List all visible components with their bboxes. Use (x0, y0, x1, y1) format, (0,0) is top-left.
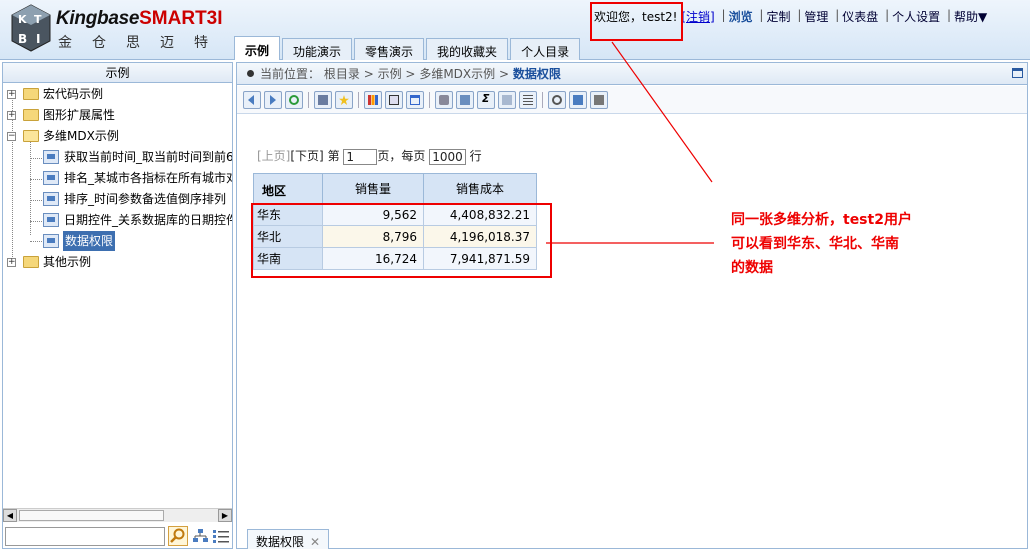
main-tabs: 示例 功能演示 零售演示 我的收藏夹 个人目录 (234, 36, 582, 60)
tree-item-report[interactable]: 日期控件_关系数据库的日期控件 (3, 210, 232, 230)
filter-icon[interactable] (519, 91, 537, 109)
folder-icon (23, 88, 39, 100)
tree-item-report[interactable]: 排名_某城市各指标在所有城市对 (3, 168, 232, 188)
report-toolbar: Σ (237, 86, 1027, 114)
collapse-icon[interactable]: − (7, 132, 16, 141)
tree-item-macro[interactable]: + 宏代码示例 (3, 84, 232, 104)
prev-page-link[interactable]: [上页] (257, 149, 290, 163)
expand-icon[interactable]: + (7, 90, 16, 99)
window-icon[interactable] (406, 91, 424, 109)
preview-icon[interactable] (385, 91, 403, 109)
scroll-right-icon[interactable]: ▶ (218, 509, 232, 522)
export-icon[interactable] (569, 91, 587, 109)
tree-search-bar (3, 524, 232, 548)
tab-personal-dir[interactable]: 个人目录 (510, 38, 581, 60)
expand-icon[interactable]: + (7, 258, 16, 267)
column-header-cost[interactable]: 销售成本 (423, 173, 537, 204)
tree-item-report[interactable]: 排序_时间参数备选值倒序排列 (3, 189, 232, 209)
sum-icon[interactable]: Σ (477, 91, 495, 109)
brand-suffix: SMART3I (139, 8, 223, 29)
tree-item-data-permission[interactable]: 数据权限 (3, 231, 232, 251)
welcome-highlight-box (590, 2, 683, 41)
back-icon[interactable] (243, 91, 261, 109)
scroll-thumb[interactable] (19, 510, 164, 521)
report-icon (43, 213, 59, 227)
zoom-icon[interactable] (548, 91, 566, 109)
tree-horizontal-scrollbar[interactable]: ◀ ▶ (3, 508, 232, 522)
report-icon (43, 234, 59, 248)
brand-name: KingbaseSMART3I (56, 8, 223, 29)
breadcrumb-prefix: 当前位置： (260, 67, 321, 81)
breadcrumb-root[interactable]: 根目录 (324, 67, 360, 81)
calc-icon[interactable] (498, 91, 516, 109)
report-icon (43, 192, 59, 206)
report-icon (43, 150, 59, 164)
drill-icon[interactable] (456, 91, 474, 109)
app-header: K T B I KingbaseSMART3I 金仓思迈特 欢迎您，test2!… (0, 0, 1030, 60)
open-report-tab-label: 数据权限 (256, 535, 305, 549)
breadcrumb-examples[interactable]: 示例 (378, 67, 402, 81)
folder-icon (23, 256, 39, 268)
annotation-text: 同一张多维分析，test2用户 可以看到华东、华北、华南 的数据 (731, 212, 912, 276)
list-view-icon[interactable] (213, 528, 229, 544)
scroll-left-icon[interactable]: ◀ (3, 509, 17, 522)
tree-item-report[interactable]: 获取当前时间_取当前时间到前6 (3, 147, 232, 167)
resource-tree-panel: 示例 + 宏代码示例 + 图形扩展属性 − 多维MDX示例 获取当前时间_取当前… (2, 62, 233, 549)
nav-manage-link[interactable]: 管理 (804, 8, 828, 25)
nav-browse-link[interactable]: 浏览 (729, 8, 753, 25)
tab-favorites[interactable]: 我的收藏夹 (426, 38, 509, 60)
brand-subtitle: 金仓思迈特 (58, 35, 228, 51)
column-header-qty[interactable]: 销售量 (322, 173, 424, 204)
svg-text:K: K (18, 13, 27, 26)
nav-dashboard-link[interactable]: 仪表盘 (842, 8, 878, 25)
svg-text:I: I (36, 32, 40, 46)
nav-settings-link[interactable]: 个人设置 (892, 8, 940, 25)
maximize-icon[interactable] (1012, 68, 1023, 78)
search-icon[interactable] (168, 526, 188, 546)
resource-tree: + 宏代码示例 + 图形扩展属性 − 多维MDX示例 获取当前时间_取当前时间到… (3, 84, 232, 508)
save-icon[interactable] (314, 91, 332, 109)
print-icon[interactable] (590, 91, 608, 109)
svg-text:T: T (34, 13, 42, 26)
tab-function-demo[interactable]: 功能演示 (282, 38, 353, 60)
tree-item-mdx[interactable]: − 多维MDX示例 (3, 126, 232, 146)
page-number-input[interactable]: 1 (343, 148, 378, 165)
kingbase-logo-icon: K T B I (11, 4, 51, 52)
expand-icon[interactable]: + (7, 111, 16, 120)
table-highlight-box (251, 203, 552, 278)
logout-link[interactable]: [注销] (681, 8, 714, 25)
tree-search-input[interactable] (5, 527, 165, 546)
bullet-icon (247, 70, 254, 77)
table-corner-header: 地区 (253, 173, 323, 204)
folder-open-icon (23, 130, 39, 142)
rows-per-page-input[interactable]: 1000 (429, 148, 466, 165)
report-panel: 当前位置： 根目录 > 示例 > 多维MDX示例 > 数据权限 Σ [上页][下… (236, 62, 1028, 549)
folder-icon (23, 109, 39, 121)
close-icon[interactable]: ✕ (310, 535, 320, 549)
report-icon (43, 171, 59, 185)
tree-panel-title: 示例 (3, 63, 232, 83)
chart-icon[interactable] (364, 91, 382, 109)
nav-help-menu[interactable]: 帮助▼ (954, 8, 987, 25)
tab-examples[interactable]: 示例 (234, 36, 281, 60)
open-report-tab[interactable]: 数据权限 ✕ (247, 529, 330, 549)
svg-text:B: B (18, 32, 27, 46)
breadcrumb-mdx[interactable]: 多维MDX示例 (419, 67, 495, 81)
forward-icon[interactable] (264, 91, 282, 109)
tree-item-chart-ext[interactable]: + 图形扩展属性 (3, 105, 232, 125)
tab-retail-demo[interactable]: 零售演示 (354, 38, 425, 60)
next-page-link[interactable]: [下页] (290, 149, 323, 163)
pager: [上页][下页] 第 1 页，每页 1000 行 (257, 148, 482, 165)
tree-item-other[interactable]: + 其他示例 (3, 252, 232, 272)
breadcrumb: 当前位置： 根目录 > 示例 > 多维MDX示例 > 数据权限 (237, 63, 1027, 85)
refresh-icon[interactable] (285, 91, 303, 109)
breadcrumb-current: 数据权限 (512, 67, 561, 81)
settings-icon[interactable] (435, 91, 453, 109)
nav-customize-link[interactable]: 定制 (766, 8, 790, 25)
favorite-star-icon[interactable] (335, 91, 353, 109)
tree-view-icon[interactable] (193, 528, 209, 544)
